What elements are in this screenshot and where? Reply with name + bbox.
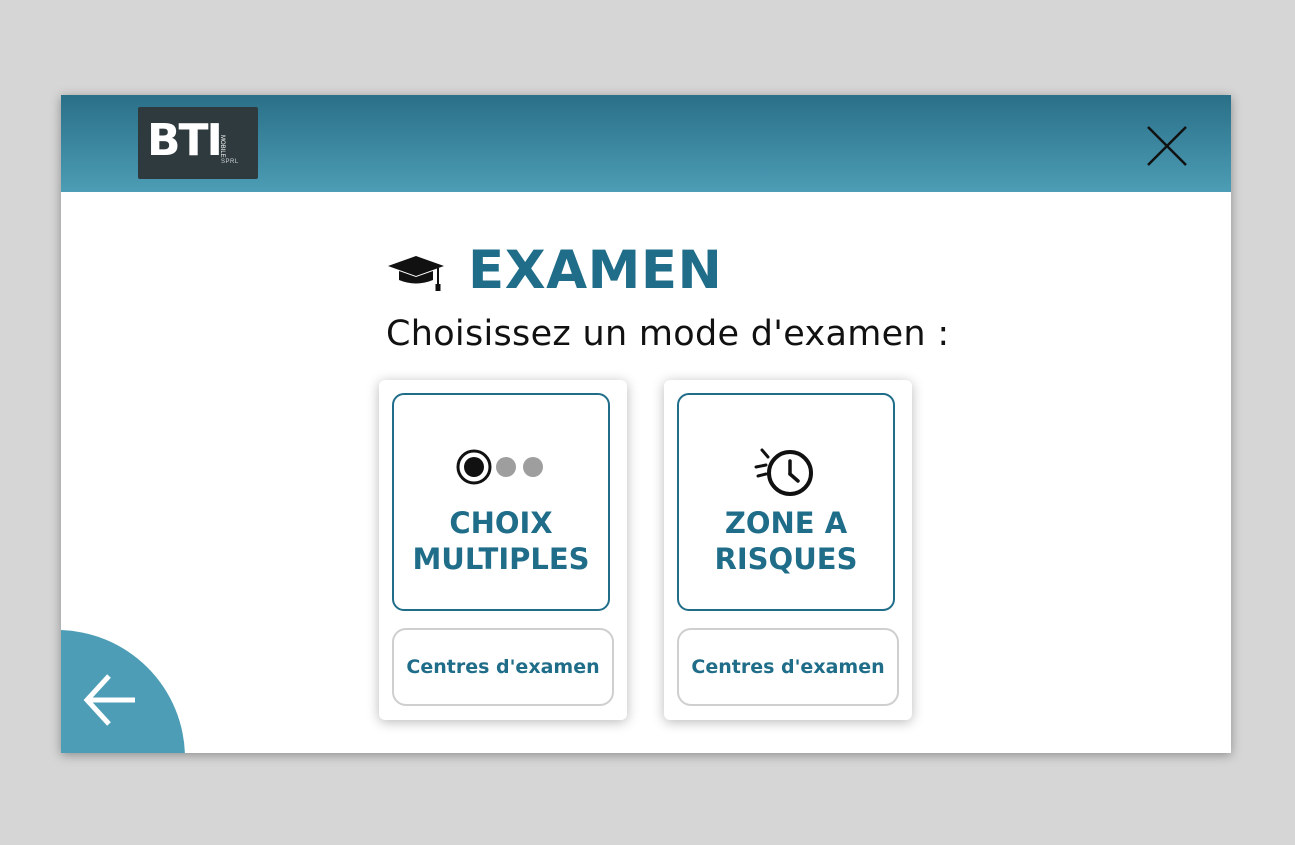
choix-multiples-button[interactable]: CHOIX MULTIPLES xyxy=(392,393,610,611)
logo-vertical-text: MOBILE xyxy=(219,135,225,158)
graduation-cap-icon xyxy=(388,256,444,291)
page-subtitle: Choisissez un mode d'examen : xyxy=(386,314,950,354)
alarm-clock-icon xyxy=(754,448,813,496)
mode-label-line2: MULTIPLES xyxy=(412,542,590,576)
zone-a-risques-button[interactable]: ZONE A RISQUES xyxy=(677,393,895,611)
radio-choice-icon xyxy=(456,449,543,485)
mode-label-line1: CHOIX xyxy=(449,506,553,540)
logo-text: BTI xyxy=(147,115,223,166)
bti-logo: BTI MOBILE SPRL xyxy=(138,107,258,179)
logo-sub-text: SPRL xyxy=(221,159,239,165)
exam-window: BTI MOBILE SPRL EXAMEN Choisissez un mod… xyxy=(61,95,1231,753)
header-bar: BTI MOBILE SPRL xyxy=(61,95,1231,192)
arrow-left-icon xyxy=(83,674,135,726)
mode-card-zone-a-risques: ZONE A RISQUES Centres d'examen xyxy=(664,380,912,720)
close-icon[interactable] xyxy=(1144,123,1190,169)
back-button[interactable] xyxy=(61,630,185,753)
mode-card-choix-multiples: CHOIX MULTIPLES Centres d'examen xyxy=(379,380,627,720)
page-title-row: EXAMEN xyxy=(386,237,722,305)
mode-label-line1: ZONE A xyxy=(724,506,848,540)
mode-label-line2: RISQUES xyxy=(714,542,858,576)
page-title: EXAMEN xyxy=(468,240,723,301)
centres-examen-button[interactable]: Centres d'examen xyxy=(677,628,899,706)
centres-examen-button[interactable]: Centres d'examen xyxy=(392,628,614,706)
